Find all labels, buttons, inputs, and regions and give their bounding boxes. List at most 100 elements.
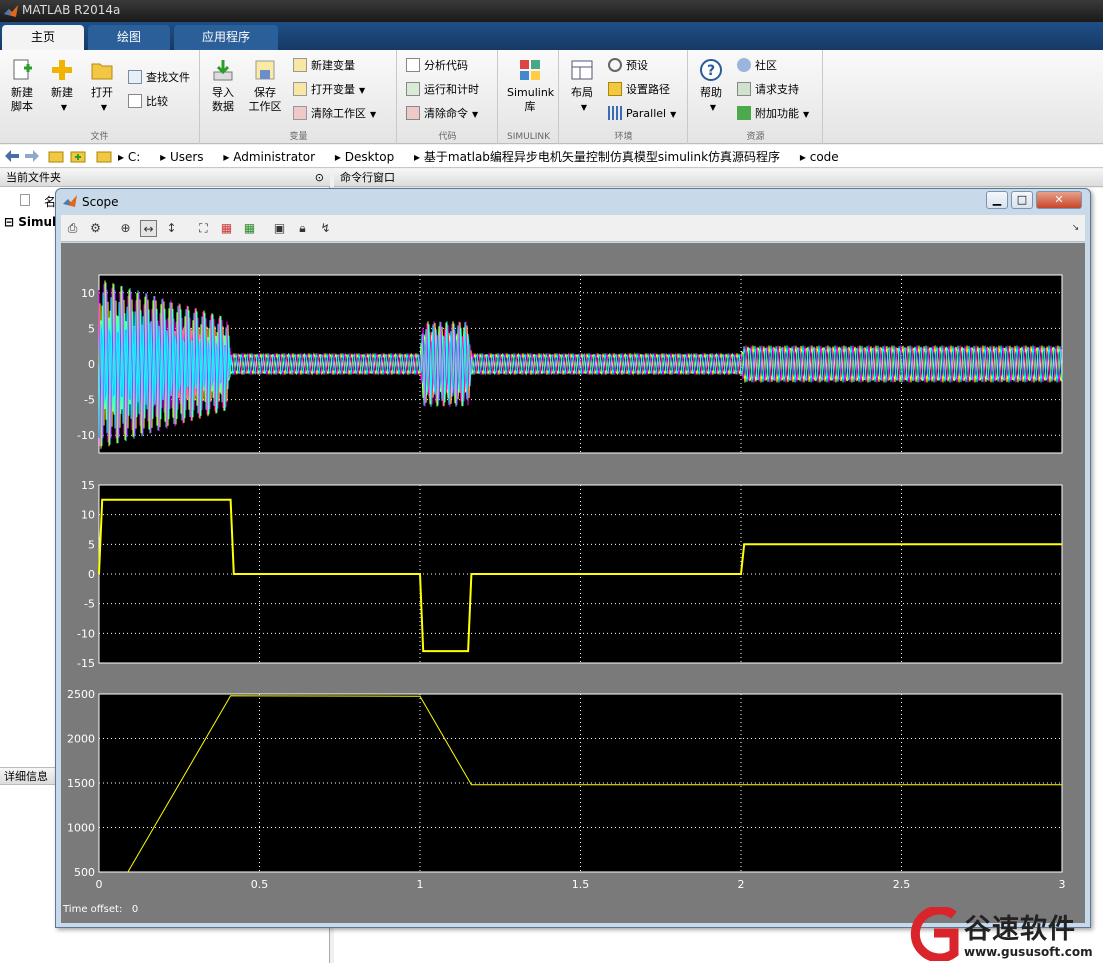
zoom-x-icon[interactable]: ↔ <box>140 220 157 237</box>
time-offset-label: Time offset: <box>63 904 123 915</box>
new-script-icon <box>13 59 32 80</box>
minimize-button[interactable]: ▁ <box>986 191 1008 209</box>
community-button[interactable]: 社区 <box>737 56 777 76</box>
app-title-bar: MATLAB R2014a <box>0 0 1103 22</box>
close-button[interactable]: ✕ <box>1036 191 1082 209</box>
up-folder-icon[interactable] <box>48 149 64 163</box>
run-and-time-button[interactable]: 运行和计时 <box>406 80 479 100</box>
layout-button[interactable]: 布局 ▼ <box>562 58 602 115</box>
y-tick-label: -5 <box>84 598 95 611</box>
set-path-button[interactable]: 设置路径 <box>608 80 670 100</box>
address-bar: ▸ C: ▸ Users ▸ Administrator ▸ Desktop ▸… <box>0 145 1103 168</box>
parameters-gear-icon[interactable]: ⚙ <box>87 220 104 237</box>
dock-arrow-icon[interactable]: ↘ <box>1067 220 1084 237</box>
folder-open-icon <box>91 63 113 80</box>
breadcrumb-item[interactable]: ▸ 基于matlab编程异步电机矢量控制仿真模型simulink仿真源码程序 <box>414 150 788 164</box>
new-script-label: 新建 脚本 <box>11 86 33 113</box>
name-column-header[interactable]: 名 <box>20 193 56 210</box>
save-workspace-button[interactable]: 保存 工作区 <box>245 58 285 114</box>
import-icon <box>213 60 233 81</box>
analyze-code-button[interactable]: 分析代码 <box>406 56 468 76</box>
lock-icon[interactable]: 🔒︎ <box>294 220 311 237</box>
command-window-header: 命令行窗口 <box>334 169 1103 187</box>
maximize-button[interactable]: □ <box>1011 191 1033 209</box>
resources-section-label: 资源 <box>746 132 765 142</box>
breadcrumb: ▸ C: ▸ Users ▸ Administrator ▸ Desktop ▸… <box>118 148 855 165</box>
watermark-logo: 谷速软件 www.gususoft.com <box>906 905 1103 963</box>
new-script-button[interactable]: 新建 脚本 <box>2 58 42 114</box>
print-icon[interactable]: ⎙ <box>64 220 81 237</box>
x-tick-label: 2.5 <box>893 878 911 891</box>
y-tick-label: 0 <box>88 568 95 581</box>
tab-apps[interactable]: 应用程序 <box>174 25 278 50</box>
zoom-in-icon[interactable]: ⊕ <box>117 220 134 237</box>
open-variable-button[interactable]: 打开变量 ▼ <box>293 80 365 100</box>
ribbon-toolstrip: 新建 脚本 新建 ▼ 打开 ▼ 查找文件 比较 文件 导入 数据 保存 工作区 新建… <box>0 50 1103 144</box>
current-folder-header: 当前文件夹 ⊙ <box>0 169 330 187</box>
app-title: MATLAB R2014a <box>22 3 121 17</box>
breadcrumb-item[interactable]: ▸ code <box>800 150 847 164</box>
restore-axes-icon[interactable]: ▦ <box>241 220 258 237</box>
new-button[interactable]: 新建 ▼ <box>42 58 82 115</box>
autoscale-icon[interactable]: ⛶ <box>195 220 212 237</box>
simulink-section-label: SIMULINK <box>506 132 551 142</box>
y-tick-label: 1500 <box>67 777 95 790</box>
y-tick-label: 5 <box>88 322 95 335</box>
preferences-button[interactable]: 预设 <box>608 56 648 76</box>
parallel-button[interactable]: Parallel ▼ <box>608 104 676 124</box>
open-label: 打开 <box>91 86 113 99</box>
ribbon-tab-bar: 主页 绘图 应用程序 <box>0 22 1103 50</box>
y-tick-label: -15 <box>77 657 95 670</box>
help-button[interactable]: ? 帮助 ▼ <box>691 58 731 115</box>
signal-selection-icon[interactable]: ↯ <box>317 220 334 237</box>
clear-commands-icon <box>406 106 420 120</box>
browse-folder-icon[interactable] <box>70 149 86 163</box>
breadcrumb-item[interactable]: ▸ Desktop <box>335 150 402 164</box>
import-data-label: 导入 数据 <box>212 86 234 113</box>
x-tick-label: 1 <box>417 878 424 891</box>
floating-scope-icon[interactable]: ▣ <box>271 220 288 237</box>
tab-home[interactable]: 主页 <box>2 25 84 50</box>
zoom-y-icon[interactable]: ↕ <box>163 220 180 237</box>
scope-plot-area: 10 5 0 -5 -10 15 10 5 0 -5 -10 -15 2500 2000 1500 1000 5… <box>61 243 1085 923</box>
y-tick-label: 0 <box>88 358 95 371</box>
clear-commands-button[interactable]: 清除命令 ▼ <box>406 104 478 124</box>
simulink-library-icon <box>520 60 540 80</box>
analyze-code-icon <box>406 58 420 72</box>
simulink-library-label: Simulink 库 <box>507 86 555 113</box>
new-label: 新建 <box>51 86 73 99</box>
x-tick-label: 0 <box>96 878 103 891</box>
time-offset: Time offset: 0 <box>63 904 138 915</box>
tab-plots[interactable]: 绘图 <box>88 25 170 50</box>
parallel-icon <box>608 106 622 120</box>
y-tick-label: 5 <box>88 538 95 551</box>
find-files-icon <box>128 70 142 84</box>
find-files-button[interactable]: 查找文件 <box>128 68 190 88</box>
request-support-button[interactable]: 请求支持 <box>737 80 799 100</box>
breadcrumb-item[interactable]: ▸ Administrator <box>223 150 323 164</box>
breadcrumb-item[interactable]: ▸ C: <box>118 150 148 164</box>
resources-section: ? 帮助 ▼ 社区 请求支持 附加功能 ▼ 资源 <box>689 50 823 144</box>
save-workspace-icon <box>255 60 275 80</box>
y-tick-label: 10 <box>81 287 95 300</box>
breadcrumb-item[interactable]: ▸ Users <box>160 150 211 164</box>
open-button[interactable]: 打开 ▼ <box>82 58 122 115</box>
compare-button[interactable]: 比较 <box>128 92 168 112</box>
new-plus-icon <box>52 60 72 80</box>
save-axes-icon[interactable]: ▦ <box>218 220 235 237</box>
scope-title: Scope <box>82 195 119 209</box>
forward-arrow-icon[interactable] <box>24 149 40 163</box>
save-workspace-label: 保存 工作区 <box>248 86 282 113</box>
new-variable-icon <box>293 58 307 72</box>
back-arrow-icon[interactable] <box>4 149 20 163</box>
code-section: 分析代码 运行和计时 清除命令 ▼ 代码 <box>398 50 498 144</box>
simulink-library-button[interactable]: Simulink 库 <box>507 58 555 114</box>
y-tick-label: -10 <box>77 627 95 640</box>
addons-button[interactable]: 附加功能 ▼ <box>737 104 809 124</box>
folder-tree-item[interactable]: ⊟ Simul <box>4 215 56 229</box>
clear-workspace-button[interactable]: 清除工作区 ▼ <box>293 104 376 124</box>
panel-menu-icon[interactable]: ⊙ <box>315 169 324 187</box>
import-data-button[interactable]: 导入 数据 <box>203 58 243 114</box>
new-variable-button[interactable]: 新建变量 <box>293 56 355 76</box>
run-time-icon <box>406 82 420 96</box>
